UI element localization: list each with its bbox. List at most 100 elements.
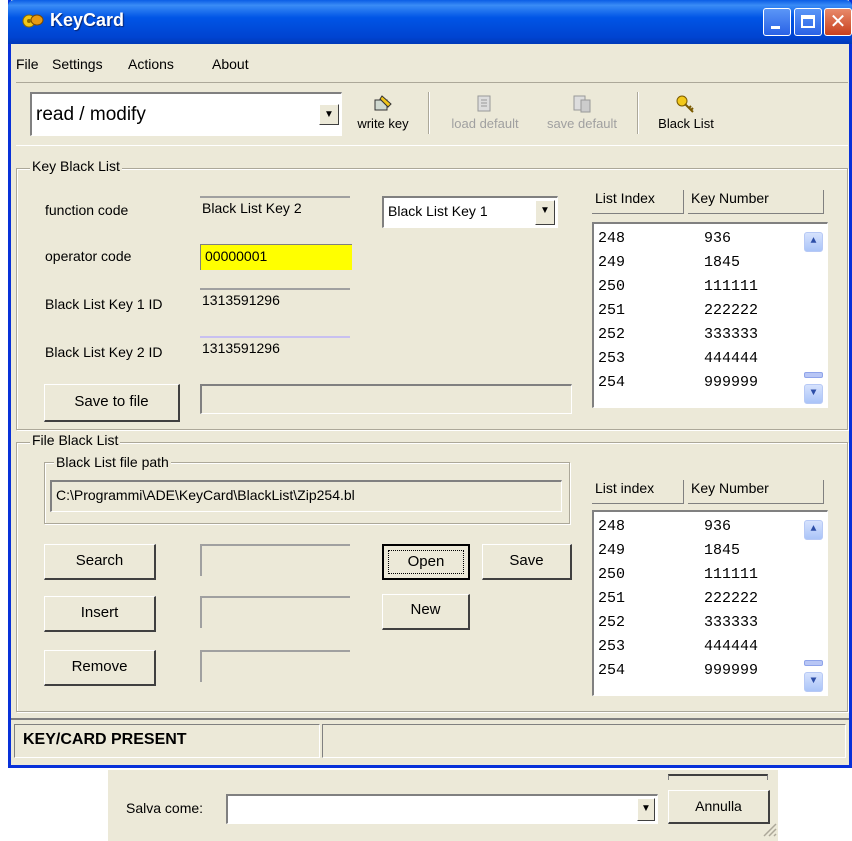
new-label: New (410, 601, 441, 618)
operator-code-value: 00000001 (205, 248, 268, 264)
chevron-down-icon[interactable]: ▼ (319, 104, 339, 125)
remove-button[interactable]: Remove (44, 650, 156, 686)
list-item[interactable]: 252 333333 (598, 326, 788, 349)
menu-settings[interactable]: Settings (52, 56, 103, 72)
list-item[interactable]: 253 444444 (598, 350, 788, 373)
open-button[interactable]: Open (382, 544, 470, 580)
chevron-down-icon[interactable]: ▼ (637, 798, 655, 821)
list-index: 254 (598, 662, 626, 679)
operator-code-input[interactable]: 00000001 (200, 244, 352, 270)
list-index: 254 (598, 374, 626, 391)
scrollbar-thumb[interactable] (804, 372, 823, 378)
app-icon (22, 14, 44, 28)
scroll-up-button[interactable]: ▲ (804, 232, 823, 252)
chevron-up-icon: ▲ (810, 524, 817, 535)
close-button[interactable]: ✕ (824, 8, 852, 36)
close-icon: ✕ (829, 11, 847, 33)
key-number: 111111 (704, 278, 759, 295)
file-list-col-key[interactable]: Key Number (688, 480, 824, 504)
insert-button[interactable]: Insert (44, 596, 156, 632)
resize-grip-icon[interactable] (760, 820, 778, 838)
key-number: 333333 (704, 326, 759, 343)
save-default-button[interactable]: save default (534, 94, 630, 131)
key2-id-field: 1313591296 (200, 336, 350, 364)
scroll-down-button[interactable]: ▼ (804, 672, 823, 692)
function-code-select[interactable]: Black List Key 1 ▼ (382, 196, 558, 228)
file-list[interactable]: 248 936 249 1845 250 111111 251 222222 252 33… (592, 510, 828, 696)
maximize-button[interactable] (794, 8, 822, 36)
key-number: 111111 (704, 566, 759, 583)
black-list-label: Black List (658, 116, 714, 131)
list-item[interactable]: 254 999999 (598, 662, 788, 685)
load-default-icon (477, 95, 491, 112)
scroll-down-button[interactable]: ▼ (804, 384, 823, 404)
status-text: KEY/CARD PRESENT (23, 731, 187, 748)
key-number: 444444 (704, 638, 759, 655)
dialog-button-edge (668, 774, 768, 780)
list-index: 251 (598, 590, 626, 607)
chevron-down-icon: ▼ (810, 676, 817, 687)
list-item[interactable]: 249 1845 (598, 254, 788, 277)
search-field[interactable] (200, 544, 350, 576)
chevron-down-icon[interactable]: ▼ (535, 200, 555, 225)
list-item[interactable]: 248 936 (598, 230, 788, 253)
search-button[interactable]: Search (44, 544, 156, 580)
cancel-button[interactable]: Annulla (668, 790, 770, 824)
chevron-down-icon: ▼ (810, 388, 817, 399)
file-path-value: C:\Programmi\ADE\KeyCard\BlackList\Zip25… (56, 487, 355, 503)
list-item[interactable]: 249 1845 (598, 542, 788, 565)
write-key-button[interactable]: write key (348, 94, 418, 131)
minimize-button[interactable] (763, 8, 791, 36)
save-to-file-button[interactable]: Save to file (44, 384, 180, 422)
save-as-label: Salva come: (126, 800, 204, 816)
status-bar-divider (11, 718, 849, 720)
menu-actions[interactable]: Actions (128, 56, 174, 72)
toolbar-separator (637, 92, 639, 134)
scrollbar-thumb[interactable] (804, 660, 823, 666)
key-list[interactable]: 248 936 249 1845 250 111111 251 222222 252 33… (592, 222, 828, 408)
list-item[interactable]: 252 333333 (598, 614, 788, 637)
remove-field[interactable] (200, 650, 350, 682)
scroll-up-button[interactable]: ▲ (804, 520, 823, 540)
save-as-select[interactable]: ▼ (226, 794, 658, 824)
list-item[interactable]: 254 999999 (598, 374, 788, 397)
write-key-label: write key (357, 116, 409, 131)
operator-code-label: operator code (45, 248, 132, 264)
file-list-col-index[interactable]: List index (592, 480, 684, 504)
key-list-col-index[interactable]: List Index (592, 190, 684, 214)
list-item[interactable]: 253 444444 (598, 638, 788, 661)
save-default-label: save default (546, 116, 618, 131)
list-item[interactable]: 250 111111 (598, 278, 788, 301)
load-default-button[interactable]: load default (440, 94, 530, 131)
key1-id-value: 1313591296 (202, 292, 280, 308)
list-index: 251 (598, 302, 626, 319)
key-icon (676, 95, 694, 113)
menu-file[interactable]: File (16, 56, 39, 72)
toolbar-separator (428, 92, 430, 134)
black-list-button[interactable]: Black List (646, 94, 726, 131)
key-number: 444444 (704, 350, 759, 367)
list-item[interactable]: 248 936 (598, 518, 788, 541)
key-file-path-field[interactable] (200, 384, 572, 414)
list-index: 253 (598, 638, 626, 655)
key2-id-label: Black List Key 2 ID (45, 344, 163, 360)
key-number: 222222 (704, 302, 759, 319)
insert-field[interactable] (200, 596, 350, 628)
menu-about[interactable]: About (212, 56, 249, 72)
list-index: 253 (598, 350, 626, 367)
list-item[interactable]: 251 222222 (598, 590, 788, 613)
new-button[interactable]: New (382, 594, 470, 630)
remove-label: Remove (71, 658, 128, 675)
list-index: 249 (598, 254, 626, 271)
list-item[interactable]: 250 111111 (598, 566, 788, 589)
key-number: 222222 (704, 590, 759, 607)
save-button[interactable]: Save (482, 544, 572, 580)
key-number: 999999 (704, 662, 759, 679)
mode-select[interactable]: read / modify ▼ (30, 92, 342, 136)
list-item[interactable]: 251 222222 (598, 302, 788, 325)
search-label: Search (75, 552, 124, 569)
title-bar[interactable]: KeyCard ✕ (8, 0, 852, 44)
insert-label: Insert (80, 604, 119, 621)
key-list-col-key[interactable]: Key Number (688, 190, 824, 214)
file-path-field[interactable]: C:\Programmi\ADE\KeyCard\BlackList\Zip25… (50, 480, 562, 512)
